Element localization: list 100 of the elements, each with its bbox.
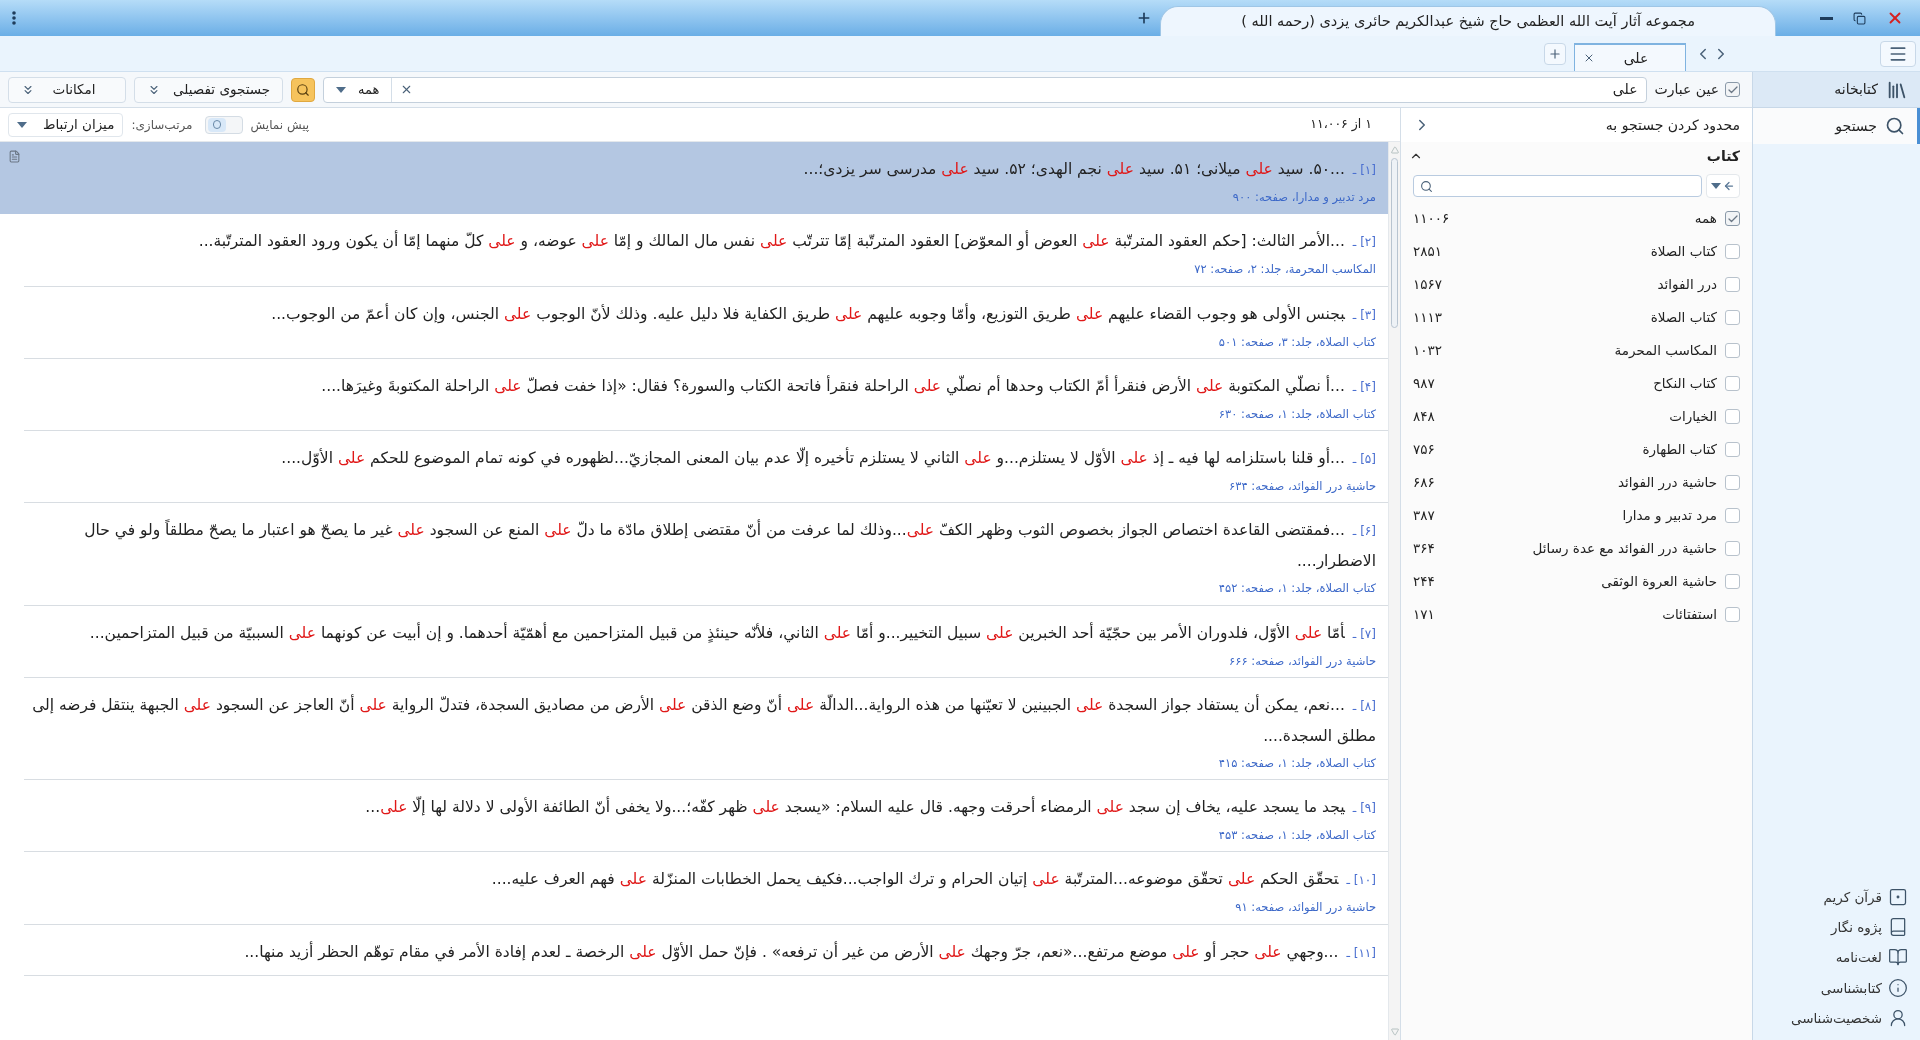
search-button[interactable] [291, 77, 316, 102]
result-source[interactable]: کتاب الصلاة، جلد: ۱، صفحه: ۴۵۳ [24, 827, 1376, 845]
search-icon [1885, 116, 1905, 136]
filter-item[interactable]: کتاب الصلاة ۲۸۵۱ [1401, 235, 1752, 268]
result-source[interactable]: حاشیة درر الفوائد، صفحه: ۶۳۴ [24, 478, 1376, 496]
result-source[interactable]: کتاب الصلاة، جلد: ۱، صفحه: ۴۱۵ [24, 754, 1376, 772]
filter-count: ۱۵۶۷ [1413, 275, 1442, 295]
result-text: [۴] ـ ...أ نصلّي المكتوبة علی الأرض فنقرأ أمّ الكتاب وحدها أم نصلّي علی الراحلة فنقرأ فاتحة الكتاب والسورة؟ فقال: «إذا خفت فصلّ علی الراحلة المكتوبةَ وغيرَها.... [320, 374, 1376, 398]
scope-dropdown[interactable]: همه [332, 77, 393, 102]
result-source[interactable]: کتاب الصلاة، جلد: ۱، صفحه: ۴۵۲ [24, 580, 1376, 598]
advanced-search-button[interactable]: جستجوی تفصیلی [134, 76, 284, 103]
filter-count: ۹۸۷ [1413, 374, 1435, 394]
result-row[interactable]: [۱۰] ـ تحقّق الحكم علی تحقّق موضوعه...المترتّبة علی إتيان الحرام و ترك الواجب...فكيف يحمل الخطابات المنزّلة علی فهم العرف عليه.... حاشیة درر الفوائد، صفحه: ۹۱ [0, 852, 1388, 925]
filter-label: درر الفوائد [1657, 275, 1717, 295]
filter-item[interactable]: حاشیة العروة الوثقی ۲۴۴ [1401, 565, 1752, 598]
checkbox[interactable] [1725, 343, 1740, 358]
filter-item[interactable]: المکاسب المحرمة ۱۰۳۲ [1401, 334, 1752, 367]
result-source[interactable]: حاشیة درر الفوائد، صفحه: ۹۱ [24, 899, 1376, 917]
title-tab[interactable]: مجموعه آثار آیت الله العظمی حاج شیخ عبدالکریم حائری یزدی (رحمه الله ) [1160, 6, 1776, 36]
sort-direction-button[interactable] [1706, 174, 1740, 198]
caret-icon [336, 86, 347, 93]
book-icon [1888, 947, 1908, 968]
filter-item[interactable]: درر الفوائد ۱۵۶۷ [1401, 268, 1752, 301]
filter-item[interactable]: کتاب الطهارة ۷۵۶ [1401, 433, 1752, 466]
filter-count: ۳۶۴ [1413, 539, 1435, 559]
filter-item[interactable]: همه ۱۱۰۰۶ [1401, 202, 1752, 235]
close-tab-icon[interactable] [1583, 52, 1595, 64]
result-source[interactable]: کتاب الصلاة، جلد: ۱، صفحه: ۶۳۰ [24, 405, 1376, 423]
checkbox[interactable] [1725, 376, 1740, 391]
result-row[interactable]: [۴] ـ ...أ نصلّي المكتوبة علی الأرض فنقرأ أمّ الكتاب وحدها أم نصلّي علی الراحلة فنقرأ فاتحة الكتاب والسورة؟ فقال: «إذا خفت فصلّ علی الراحلة المكتوبةَ وغيرَها.... کتاب الصلاة، جلد: ۱، صفحه: ۶۳۰ [0, 358, 1388, 431]
new-tab-button[interactable] [1544, 42, 1566, 65]
filter-label: استفتائات [1662, 605, 1717, 625]
checkbox[interactable] [1725, 508, 1740, 523]
document-icon[interactable] [8, 150, 21, 163]
result-row[interactable]: [۱] ـ ...۵۰. سید علی میلانی؛ ۵۱. سید علی نجم الهدی؛ ۵۲. سید علی مدرسی سر یزدی؛... مرد تدبیر و مدارا، صفحه: ۹۰۰ [0, 142, 1388, 215]
checkbox-label: عین عبارت [1654, 80, 1719, 100]
nav-item[interactable]: کتابخانه [1753, 72, 1920, 108]
filter-label: المکاسب المحرمة [1614, 341, 1717, 361]
checkbox[interactable] [1725, 244, 1740, 259]
minimize-icon [1820, 16, 1833, 20]
result-text: [۱] ـ ...۵۰. سید علی میلانی؛ ۵۱. سید علی نجم الهدی؛ ۵۲. سید علی مدرسی سر یزدی؛... [802, 159, 1376, 181]
filter-item[interactable]: کتاب النکاح ۹۸۷ [1401, 367, 1752, 400]
filter-item[interactable]: حاشیة درر الفوائد مع عدة رسائل ۳۶۴ [1401, 532, 1752, 565]
result-source[interactable]: حاشیة درر الفوائد، صفحه: ۶۶۶ [24, 652, 1376, 670]
nav-item[interactable]: جستجو [1753, 108, 1920, 144]
checkbox[interactable] [1725, 475, 1740, 490]
panel-title: محدود کردن جستجو به [1605, 115, 1740, 136]
tool-link[interactable]: شخصیت‌شناسی [1765, 1007, 1908, 1028]
sort-dropdown[interactable]: میزان ارتباط [8, 112, 124, 137]
result-text: [۲] ـ ...الأمر الثالث: [حکم العقود المترتّبة علی العوض أو المعوّض] العقود المترتّبة إمّا تترتّب علی نفس مال المالك و إمّا علی عوضه، و علی كلّ منهما إمّا أن يكون ورود العقود المترتّبة... [197, 229, 1376, 253]
result-row[interactable]: [۹] ـ يجد ما يسجد عليه، يخاف إن سجد علی الرمضاء أحرقت وجهه. قال عليه السلام: «يسجد علی ظهر كفّه؛...ولا يخفى أنّ الطائفة الأولى لا دلالة لها إلّا علی... کتاب الصلاة، جلد: ۱، صفحه: ۴۵۳ [0, 780, 1388, 853]
filter-item[interactable]: استفتائات ۱۷۱ [1401, 598, 1752, 631]
result-row[interactable]: [۳] ـ بجنس الأولى هو وجوب القضاء عليهم علی طريق التوزيع، وأمّا وجوبه عليهم علی طريق الكفاية فلا دليل عليه. وذلك لأنّ الوجوب علی الجنس، وإن كان أعمّ من الوجوب... کتاب الصلاة، جلد: ۳، صفحه: ۵۰۱ [0, 286, 1388, 359]
filter-item[interactable]: کتاب الصلاة ۱۱۱۳ [1401, 301, 1752, 334]
result-text: [۸] ـ ...نعم، يمكن أن يستفاد جواز السجدة علی الجبينين لا تعيّنها من هذه الرواية...الدالّة علی أنّ وضع الذقن علی الأرض من مصاديق السجدة، فتدلّ الرواية علی أنّ العاجز عن السجود علی الجبهة ينتقل فرضه إلى مطلق السجدة.... [31, 693, 1376, 747]
restore-icon [1853, 11, 1866, 25]
options-button[interactable]: امکانات [8, 76, 126, 103]
checkbox[interactable] [1725, 541, 1740, 556]
person-icon [1888, 1007, 1908, 1028]
filter-item[interactable]: الخیارات ۸۴۸ [1401, 400, 1752, 433]
checkbox[interactable] [1725, 442, 1740, 457]
window-title: مجموعه آثار آیت الله العظمی حاج شیخ عبدالکریم حائری یزدی (رحمه الله ) [1241, 11, 1695, 33]
checkbox[interactable] [1725, 409, 1740, 424]
checkbox[interactable] [1725, 277, 1740, 292]
scrollbar[interactable] [1388, 142, 1400, 1040]
result-source[interactable]: کتاب الصلاة، جلد: ۳، صفحه: ۵۰۱ [24, 333, 1376, 351]
filter-item[interactable]: حاشیة درر الفوائد ۶۸۶ [1401, 466, 1752, 499]
filter-search-field[interactable] [1413, 175, 1702, 197]
filter-label: کتاب الطهارة [1642, 440, 1717, 460]
filter-label: الخیارات [1669, 407, 1717, 427]
filter-label: کتاب النکاح [1653, 374, 1717, 394]
kebab-menu-icon [12, 11, 16, 25]
result-source[interactable]: المکاسب المحرمة، جلد: ۲، صفحه: ۷۲ [24, 261, 1376, 279]
result-text: [۶] ـ ...فمقتضى القاعدة اختصاص الجواز بخصوص الثوب وظهر الكفّ علی...وذلك لما عرفت من أنّ مقتضى إطلاق مادّة ما دلّ علی المنع عن السجود علی غير ما يصحّ هو اعتبار ما يصحّ مطلقاً ولو في حال الاضطرار.... [83, 518, 1376, 573]
result-text: [۹] ـ يجد ما يسجد عليه، يخاف إن سجد علی الرمضاء أحرقت وجهه. قال عليه السلام: «يسجد علی ظهر كفّه؛...ولا يخفى أنّ الطائفة الأولى لا دلالة لها إلّا علی... [364, 795, 1376, 819]
tool-link[interactable]: لغت‌نامه [1765, 947, 1908, 968]
checkbox[interactable] [1725, 82, 1740, 97]
filter-label: مرد تدبیر و مدارا [1622, 506, 1717, 526]
preview-label: پیش نمایش [250, 116, 310, 134]
result-text: [۱۰] ـ تحقّق الحكم علی تحقّق موضوعه...المترتّبة علی إتيان الحرام و ترك الواجب...فكيف يحمل الخطابات المنزّلة علی فهم العرف عليه.... [490, 869, 1376, 891]
filter-count: ۱۷۱ [1413, 605, 1435, 625]
checkbox[interactable] [1725, 211, 1740, 226]
filter-item[interactable]: مرد تدبیر و مدارا ۳۸۷ [1401, 499, 1752, 532]
tool-link[interactable]: قرآن کریم [1765, 886, 1908, 907]
result-row[interactable]: [۱۱] ـ ...وجهي علی حجر أو علی موضع مرتفع...«نعم، جرّ وجهك علی الأرض من غير أن ترفعه» . فإنّ حمل الأوّل علی الرخصة ـ لعدم إفادة الأمر في مقام توهّم الحظر أزيد منها... [0, 924, 1388, 976]
checkbox[interactable] [1725, 607, 1740, 622]
tool-link[interactable]: کتابشناسی [1765, 977, 1908, 998]
menu-button[interactable] [1880, 40, 1916, 67]
checkbox[interactable] [1725, 310, 1740, 325]
filter-count: ۲۴۴ [1413, 572, 1435, 592]
checkbox[interactable] [1725, 574, 1740, 589]
search-field[interactable]: علی همه [323, 76, 1647, 103]
filter-label: کتاب الصلاة [1650, 308, 1717, 328]
preview-toggle[interactable] [204, 115, 243, 134]
scrollbar-thumb[interactable] [1391, 158, 1398, 328]
filter-count: ۳۸۷ [1413, 506, 1435, 526]
filter-label: حاشیة درر الفوائد مع عدة رسائل [1532, 539, 1717, 559]
plus-icon [1548, 46, 1562, 61]
search-tab[interactable]: علی [1574, 43, 1686, 71]
tool-link[interactable]: پژوه نگار [1765, 917, 1908, 938]
